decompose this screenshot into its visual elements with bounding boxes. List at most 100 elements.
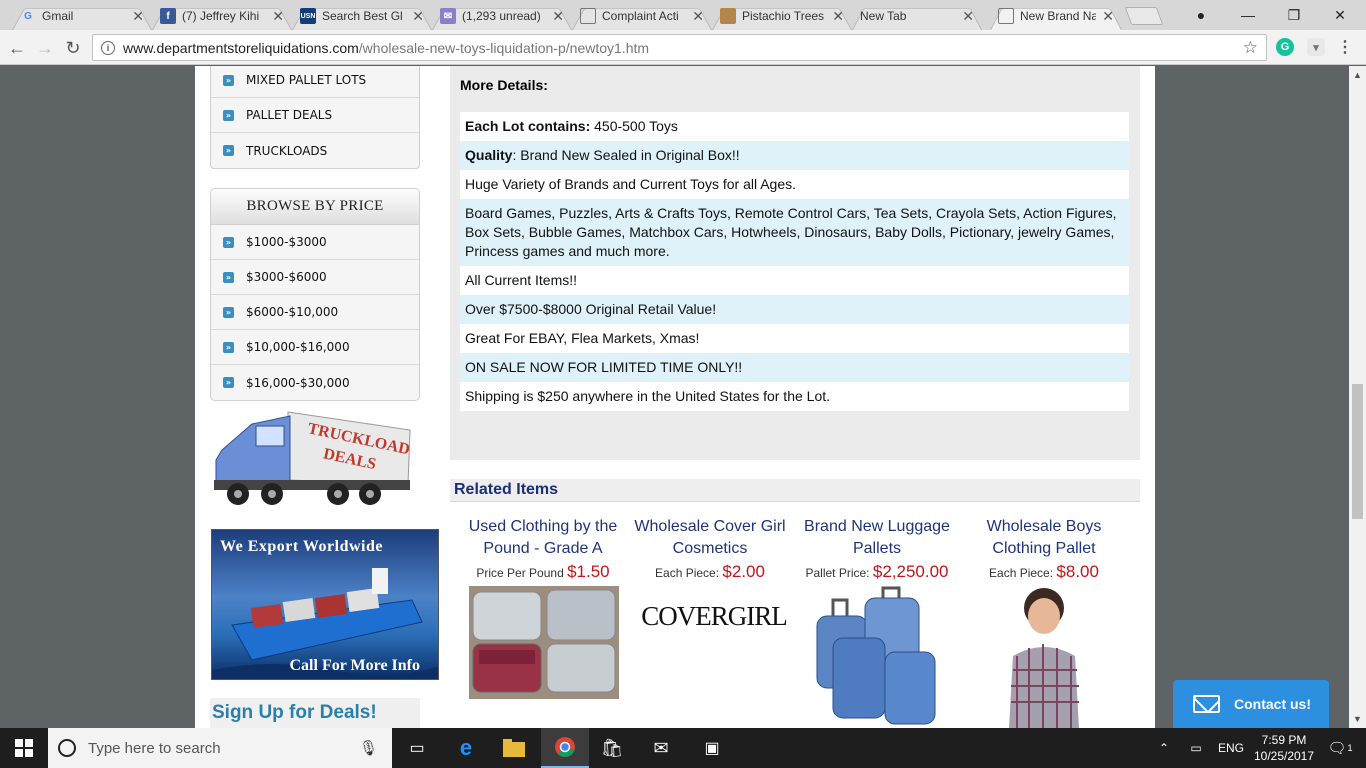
export-worldwide-banner[interactable]: We Export Worldwide Call For More Info (211, 529, 439, 680)
windows-start-icon[interactable] (0, 728, 48, 768)
close-icon[interactable]: ✕ (1102, 8, 1114, 25)
sidebar-item-price-1[interactable]: » $1000-$3000 (211, 225, 419, 260)
menu-icon[interactable]: ⋮ (1336, 38, 1354, 56)
clothing-bales-image[interactable] (469, 586, 619, 699)
show-hidden-icons[interactable]: ⌃ (1155, 728, 1173, 768)
tab-facebook[interactable]: f (7) Jeffrey Kihi ✕ (152, 2, 292, 30)
sidebar-item-mixed-pallet-lots[interactable]: » MIXED PALLET LOTS (211, 66, 419, 98)
covergirl-logo[interactable]: COVERGIRL (639, 601, 789, 631)
luggage-image[interactable] (813, 586, 938, 728)
address-bar[interactable]: i www.departmentstoreliquidations.com/wh… (92, 34, 1267, 61)
tab-mail[interactable]: ✉ (1,293 unread) ✕ (432, 2, 572, 30)
scroll-up-icon[interactable]: ▲ (1353, 70, 1362, 80)
sidebar-item-price-3[interactable]: » $6000-$10,000 (211, 295, 419, 330)
related-item-price: Pallet Price: $2,250.00 (805, 562, 949, 581)
close-icon[interactable]: ✕ (832, 8, 844, 25)
scroll-down-icon[interactable]: ▼ (1353, 714, 1362, 724)
extension-icon[interactable]: ▾ (1307, 38, 1325, 56)
details-row: Each Lot contains: 450-500 Toys (460, 112, 1129, 141)
close-icon[interactable]: ✕ (962, 8, 974, 25)
related-item[interactable]: Used Clothing by the Pound - Grade A Pri… (463, 516, 623, 582)
close-icon[interactable]: ✕ (552, 8, 564, 25)
info-icon[interactable]: i (101, 40, 115, 55)
scrollbar-thumb[interactable] (1352, 384, 1363, 519)
windows-taskbar: Type here to search 🎙 ▭ e 🛍 ✉ ▣ ⌃ ▭ ENG … (0, 728, 1366, 768)
chevron-right-icon: » (223, 271, 234, 283)
vertical-scrollbar[interactable]: ▲ ▼ (1349, 66, 1366, 728)
related-item[interactable]: Wholesale Cover Girl Cosmetics Each Piec… (630, 516, 790, 582)
edge-icon[interactable]: e (444, 728, 488, 768)
related-item-name[interactable]: Wholesale Boys Clothing Pallet (964, 516, 1124, 560)
sidebar-item-pallet-deals[interactable]: » PALLET DEALS (211, 98, 419, 133)
boy-clothing-image[interactable] (993, 586, 1095, 728)
tab-newtab[interactable]: New Tab ✕ (852, 2, 982, 30)
task-view-icon[interactable]: ▭ (395, 728, 439, 768)
truckload-deals-banner[interactable]: TRUCKLOAD DEALS (210, 402, 415, 512)
sidebar-item-price-4[interactable]: » $10,000-$16,000 (211, 330, 419, 365)
related-items-heading: Related Items (450, 479, 1140, 502)
more-details-heading: More Details: (460, 77, 548, 93)
new-tab-button[interactable] (1124, 7, 1164, 25)
chevron-right-icon: » (223, 74, 234, 86)
close-icon[interactable]: ✕ (692, 8, 704, 25)
related-item-name[interactable]: Wholesale Cover Girl Cosmetics (630, 516, 790, 560)
taskbar-search[interactable]: Type here to search 🎙 (48, 728, 392, 768)
clock[interactable]: 7:59 PM 10/25/2017 (1252, 728, 1316, 768)
sidebar-item-price-2[interactable]: » $3000-$6000 (211, 260, 419, 295)
signup-heading: Sign Up for Deals! (210, 698, 420, 728)
restore-button[interactable]: ❐ (1271, 0, 1317, 30)
site-icon (720, 8, 736, 24)
related-item-name[interactable]: Used Clothing by the Pound - Grade A (463, 516, 623, 560)
grammarly-icon[interactable]: G (1276, 38, 1294, 56)
search-placeholder: Type here to search (88, 739, 221, 757)
related-item-price: Each Piece: $8.00 (989, 562, 1099, 581)
file-explorer-icon[interactable] (492, 728, 536, 768)
usnews-icon: USN (300, 8, 316, 24)
reload-button[interactable]: ↻ (62, 37, 84, 59)
google-icon: G (24, 10, 32, 22)
action-center-icon[interactable]: 🗨 1 (1322, 728, 1358, 768)
store-icon[interactable]: 🛍 (590, 728, 634, 768)
details-row: Great For EBAY, Flea Markets, Xmas! (460, 324, 1129, 353)
notification-count: 1 (1347, 743, 1353, 753)
close-window-button[interactable]: ✕ (1317, 0, 1363, 30)
details-row: Over $7500-$8000 Original Retail Value! (460, 295, 1129, 324)
document-icon (580, 8, 596, 24)
tab-complaint[interactable]: Complaint Acti ✕ (572, 2, 712, 30)
tab-gmail[interactable]: G Gmail ✕ (12, 2, 152, 30)
related-item[interactable]: Wholesale Boys Clothing Pallet Each Piec… (964, 516, 1124, 582)
battery-icon[interactable]: ▭ (1185, 728, 1207, 768)
minimize-button[interactable]: — (1225, 0, 1271, 30)
language-indicator[interactable]: ENG (1218, 728, 1244, 768)
profile-icon[interactable]: ● (1178, 0, 1224, 30)
close-icon[interactable]: ✕ (412, 8, 424, 25)
microphone-icon[interactable]: 🎙 (359, 739, 378, 757)
export-banner-cta: Call For More Info (289, 657, 421, 674)
page-content: » MIXED PALLET LOTS » PALLET DEALS » TRUCKL… (195, 66, 1155, 728)
contact-us-button[interactable]: Contact us! (1173, 680, 1329, 728)
facebook-icon: f (160, 8, 176, 24)
tab-active[interactable]: New Brand Na ✕ (990, 2, 1122, 30)
back-button[interactable]: ← (6, 37, 28, 59)
bookmark-star-icon[interactable]: ☆ (1243, 38, 1258, 58)
tab-usnews[interactable]: USN Search Best Gl ✕ (292, 2, 432, 30)
sidebar-item-price-5[interactable]: » $16,000-$30,000 (211, 365, 419, 400)
page-viewport: » MIXED PALLET LOTS » PALLET DEALS » TRUCKL… (0, 66, 1349, 728)
sidebar-item-truckloads[interactable]: » TRUCKLOADS (211, 133, 419, 168)
cortana-icon (58, 739, 76, 757)
close-icon[interactable]: ✕ (272, 8, 284, 25)
details-row: Huge Variety of Brands and Current Toys … (460, 170, 1129, 199)
chevron-right-icon: » (223, 306, 234, 318)
browse-by-price: BROWSE BY PRICE » $1000-$3000 » $3000-$600… (210, 188, 420, 401)
related-item[interactable]: Brand New Luggage Pallets Pallet Price: … (797, 516, 957, 582)
details-row: Quality: Brand New Sealed in Original Bo… (460, 141, 1129, 170)
forward-button[interactable]: → (34, 37, 56, 59)
mail-icon[interactable]: ✉ (639, 728, 683, 768)
close-icon[interactable]: ✕ (132, 8, 144, 25)
photos-icon[interactable]: ▣ (688, 728, 736, 768)
related-item-name[interactable]: Brand New Luggage Pallets (797, 516, 957, 560)
url-path: /wholesale-new-toys-liquidation-p/newtoy… (358, 39, 650, 56)
tab-pistachio[interactable]: Pistachio Trees ✕ (712, 2, 852, 30)
chrome-icon[interactable] (541, 728, 589, 768)
details-table: Each Lot contains: 450-500 Toys Quality:… (460, 112, 1129, 411)
